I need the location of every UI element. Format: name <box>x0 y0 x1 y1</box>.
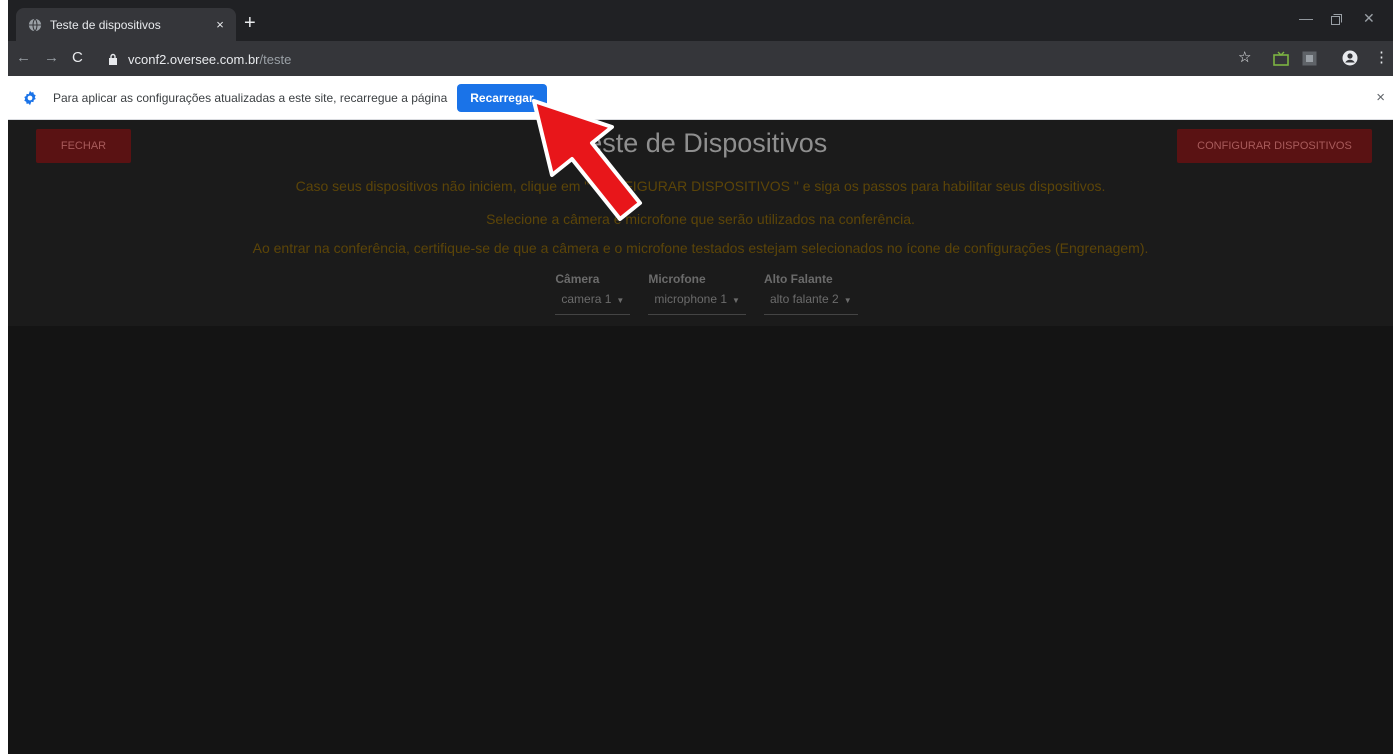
lock-icon <box>109 53 117 65</box>
video-preview-area <box>8 326 1393 754</box>
chevron-down-icon: ▼ <box>732 296 740 305</box>
profile-avatar-icon[interactable] <box>1342 50 1358 66</box>
tab-title: Teste de dispositivos <box>50 17 161 32</box>
app-header: FECHAR Teste de Dispositivos CONFIGURAR … <box>8 120 1393 172</box>
microphone-field: Microfone microphone 1 ▼ <box>648 272 746 315</box>
menu-kebab-icon[interactable]: ⋮ <box>1374 49 1389 67</box>
device-selectors: Câmera camera 1 ▼ Microfone microphone 1 ▼… <box>8 272 1393 315</box>
microphone-value: microphone 1 <box>654 292 728 306</box>
restore-icon[interactable] <box>1331 14 1342 25</box>
speaker-value: alto falante 2 <box>769 292 839 306</box>
reload-infobar: Para aplicar as configurações atualizada… <box>8 76 1393 120</box>
instruction-line: Caso seus dispositivos não iniciem, cliq… <box>295 178 1106 194</box>
browser-toolbar: ← → C vconf2.oversee.com.br/teste ☆ ⋮ <box>8 41 1393 76</box>
gear-icon <box>24 90 36 105</box>
tab-close-icon[interactable]: × <box>210 17 230 32</box>
instruction-line: Selecione a câmera e microfone que serão… <box>486 211 915 227</box>
cast-extension-icon[interactable] <box>1273 51 1289 66</box>
chevron-down-icon: ▼ <box>616 296 625 305</box>
close-window-icon[interactable]: ✕ <box>1363 10 1375 27</box>
speaker-label: Alto Falante <box>763 272 833 286</box>
extension-icon[interactable] <box>1302 51 1317 66</box>
url-path: /teste <box>259 51 292 67</box>
bookmark-star-icon[interactable]: ☆ <box>1238 49 1251 67</box>
chevron-down-icon: ▼ <box>843 296 852 305</box>
camera-label: Câmera <box>555 272 600 286</box>
minimize-icon[interactable]: — <box>1299 10 1313 26</box>
infobar-message: Para aplicar as configurações atualizada… <box>53 90 448 105</box>
reload-icon[interactable]: C <box>72 49 83 67</box>
instructions-panel: Caso seus dispositivos não iniciem, cliq… <box>8 172 1393 326</box>
camera-value: camera 1 <box>561 292 612 306</box>
red-arrow-icon <box>532 99 642 221</box>
url-host: vconf2.oversee.com.br <box>128 51 260 67</box>
browser-tab[interactable]: Teste de dispositivos × <box>16 8 236 41</box>
infobar-close-icon[interactable]: × <box>1376 89 1385 106</box>
speaker-field: Alto Falante alto falante 2 ▼ <box>763 272 858 315</box>
camera-select[interactable]: camera 1 ▼ <box>555 292 631 315</box>
back-icon[interactable]: ← <box>16 49 31 67</box>
configure-devices-button[interactable]: CONFIGURAR DISPOSITIVOS <box>1177 129 1372 163</box>
microphone-select[interactable]: microphone 1 ▼ <box>648 292 746 315</box>
forward-icon[interactable]: → <box>44 49 59 67</box>
speaker-select[interactable]: alto falante 2 ▼ <box>763 292 858 315</box>
microphone-label: Microfone <box>648 272 706 286</box>
camera-field: Câmera camera 1 ▼ <box>555 272 631 315</box>
instruction-line: Ao entrar na conferência, certifique-se … <box>252 240 1149 256</box>
address-bar[interactable]: vconf2.oversee.com.br/teste <box>108 46 1228 72</box>
new-tab-icon[interactable]: + <box>244 13 256 33</box>
screen: Teste de dispositivos × + — ✕ ← → C vcon… <box>8 0 1393 754</box>
tab-strip: Teste de dispositivos × + — ✕ <box>8 0 1393 41</box>
globe-icon <box>28 18 42 31</box>
